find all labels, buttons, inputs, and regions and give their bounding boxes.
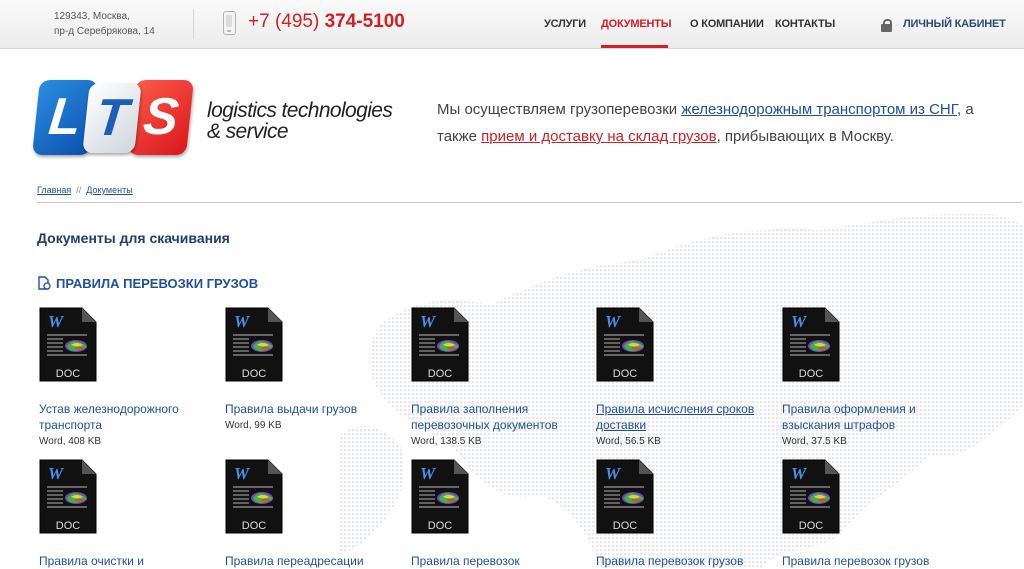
document-link[interactable]: Устав железнодорожного транспорта — [39, 401, 219, 433]
doc-badge: DOC — [613, 368, 638, 380]
document-link[interactable]: Правила перевозок грузов — [596, 553, 776, 569]
intro-text: Мы осуществляем грузоперевозки железнодо… — [437, 96, 1007, 150]
rail-transport-link[interactable]: железнодорожным транспортом из СНГ — [681, 101, 957, 118]
logo-tile-t: T — [82, 83, 142, 153]
word-doc-icon[interactable]: W DOC — [411, 307, 469, 382]
doc-badge: DOC — [242, 368, 267, 380]
breadcrumb-home[interactable]: Главная — [37, 185, 71, 195]
document-meta: Word, 408 KB — [39, 436, 102, 447]
document-icon — [38, 276, 51, 290]
phone-icon — [223, 11, 236, 35]
doc-letter: W — [48, 312, 65, 331]
personal-cabinet-link[interactable]: Личный кабинет — [903, 18, 1006, 30]
doc-badge: DOC — [613, 520, 638, 532]
word-doc-icon[interactable]: W DOC — [411, 459, 469, 534]
nav-about[interactable]: О компании — [690, 18, 764, 30]
doc-badge: DOC — [799, 368, 824, 380]
tagline-line-1: logistics technologies — [207, 99, 393, 122]
document-link[interactable]: Правила оформления и взыскания штрафов — [782, 401, 962, 433]
top-bar: 129343, Москва, пр-д Серебрякова, 14 +7 … — [0, 0, 1024, 49]
logo-tagline: logistics technologies & service — [207, 99, 393, 143]
document-link[interactable]: Правила перевозок грузов — [782, 553, 962, 569]
divider — [193, 9, 194, 39]
doc-letter: W — [791, 464, 808, 483]
document-link[interactable]: Правила исчисления сроков доставки — [596, 401, 776, 433]
doc-badge: DOC — [428, 520, 453, 532]
tagline-line-2: & service — [207, 120, 289, 143]
doc-letter: W — [605, 312, 622, 331]
document-link[interactable]: Правила выдачи грузов — [225, 401, 405, 417]
logo[interactable]: L S T — [32, 80, 196, 158]
intro-text-part: Мы осуществляем грузоперевозки — [437, 101, 682, 118]
doc-badge: DOC — [56, 520, 81, 532]
document-meta: Word, 37.5 KB — [782, 436, 847, 447]
doc-badge: DOC — [56, 368, 81, 380]
nav-active-underline — [601, 45, 668, 48]
document-meta: Word, 138.5 KB — [411, 436, 482, 447]
word-doc-icon[interactable]: W DOC — [39, 459, 97, 534]
page-title: Документы для скачивания — [37, 230, 230, 246]
document-link[interactable]: Правила очистки и — [39, 553, 219, 569]
phone-prefix: +7 (495) — [248, 11, 325, 32]
lock-icon — [881, 19, 892, 32]
doc-letter: W — [791, 312, 808, 331]
nav-services[interactable]: Услуги — [544, 18, 586, 30]
doc-letter: W — [420, 312, 437, 331]
intro-text-part: , прибывающих в Москву. — [716, 128, 894, 145]
word-doc-icon[interactable]: W DOC — [225, 307, 283, 382]
document-link[interactable]: Правила заполнения перевозочных документ… — [411, 401, 591, 433]
word-doc-icon[interactable]: W DOC — [225, 459, 283, 534]
phone-number[interactable]: +7 (495) 374-5100 — [248, 11, 405, 33]
breadcrumb: Главная // Документы — [37, 185, 133, 195]
horizontal-rule — [37, 202, 1022, 203]
warehouse-delivery-link[interactable]: прием и доставку на склад грузов — [481, 128, 716, 145]
doc-letter: W — [48, 464, 65, 483]
doc-letter: W — [234, 464, 251, 483]
document-meta: Word, 56.5 KB — [596, 436, 661, 447]
address-line-1: 129343, Москва, — [54, 11, 130, 22]
doc-badge: DOC — [428, 368, 453, 380]
nav-documents[interactable]: Документы — [601, 18, 672, 30]
doc-letter: W — [420, 464, 437, 483]
section-title: Правила перевозки грузов — [56, 276, 259, 291]
word-doc-icon[interactable]: W DOC — [596, 459, 654, 534]
document-link[interactable]: Правила перевозок — [411, 553, 591, 569]
word-doc-icon[interactable]: W DOC — [782, 307, 840, 382]
doc-badge: DOC — [242, 520, 267, 532]
address: 129343, Москва, пр-д Серебрякова, 14 — [54, 9, 155, 39]
address-line-2: пр-д Серебрякова, 14 — [54, 26, 155, 37]
breadcrumb-current[interactable]: Документы — [86, 185, 132, 195]
word-doc-icon[interactable]: W DOC — [596, 307, 654, 382]
phone-main: 374-5100 — [324, 11, 405, 32]
breadcrumb-separator: // — [76, 185, 82, 195]
document-link[interactable]: Правила переадресации — [225, 553, 405, 569]
doc-badge: DOC — [799, 520, 824, 532]
word-doc-icon[interactable]: W DOC — [39, 307, 97, 382]
word-doc-icon[interactable]: W DOC — [782, 459, 840, 534]
doc-letter: W — [605, 464, 622, 483]
nav-contacts[interactable]: Контакты — [775, 18, 835, 30]
doc-letter: W — [234, 312, 251, 331]
document-meta: Word, 99 KB — [225, 420, 282, 431]
